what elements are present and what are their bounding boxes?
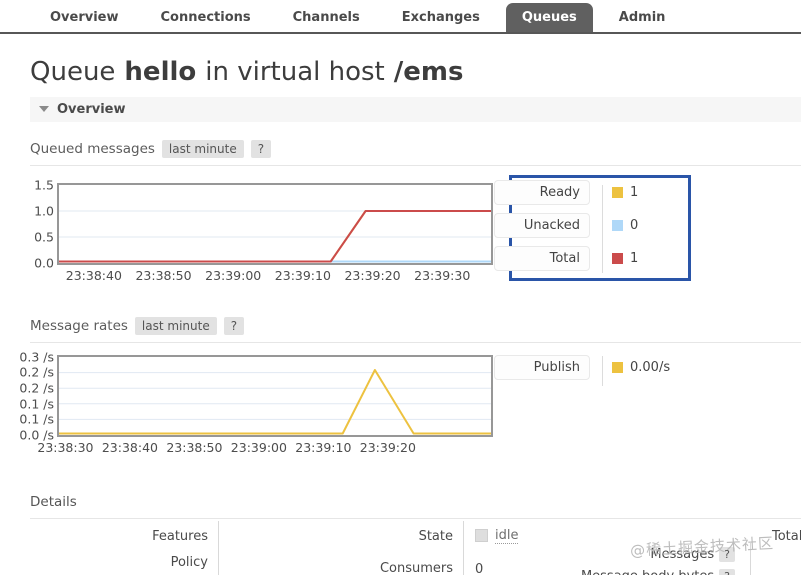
details-divider (218, 520, 219, 575)
message-rates-row: 0.3 /s 0.2 /s 0.2 /s 0.1 /s 0.1 /s 0.0 /s 23:… (19, 349, 801, 456)
total-label-chip: Total (494, 246, 590, 272)
publish-label-chip: Publish (494, 355, 590, 381)
policy-label: Policy (170, 554, 208, 570)
x-tick-label: 23:39:20 (344, 267, 401, 283)
total-color-swatch (612, 253, 623, 265)
title-queue-word: Queue (30, 57, 116, 87)
legend-row-ready: Ready 1 (494, 180, 639, 206)
consumers-label: Consumers (379, 560, 453, 575)
queued-messages-legend: Ready 1 Unacked 0 Total 1 (493, 174, 733, 284)
x-tick-label: 23:39:10 (274, 267, 331, 283)
tab-overview[interactable]: Overview (34, 3, 135, 32)
queue-name: hello (124, 57, 197, 87)
details-heading: Details (30, 493, 77, 510)
details-divider (463, 520, 464, 575)
messages-label: Messages? (530, 546, 735, 562)
message-rates-heading-row: Message rates last minute ? (30, 317, 801, 336)
message-body-help-icon[interactable]: ? (719, 568, 735, 575)
divider (30, 164, 801, 166)
queued-plot-area (57, 182, 493, 265)
chevron-down-icon (39, 106, 49, 113)
message-rates-chart: 0.3 /s 0.2 /s 0.2 /s 0.1 /s 0.1 /s 0.0 /s 23:… (19, 349, 493, 456)
legend-row-unacked: Unacked 0 (494, 213, 639, 239)
total-value: 1 (630, 251, 639, 267)
y-tick-label: 0.0 (34, 255, 54, 271)
y-tick-label: 1.0 (34, 203, 54, 219)
state-value: idle (475, 527, 519, 544)
x-tick-label: 23:38:50 (135, 267, 192, 283)
queued-messages-chart: 1.5 1.0 0.5 0.0 23:38:40 23:38:50 23:39:00 23:… (20, 177, 493, 284)
overview-section-label: Overview (57, 101, 126, 117)
message-body-bytes-text: Message body bytes (581, 569, 714, 575)
queued-messages-heading: Queued messages (30, 141, 155, 158)
x-tick-label: 23:39:30 (414, 267, 471, 283)
tab-exchanges[interactable]: Exchanges (386, 3, 496, 32)
y-tick-label: 0.3 /s (19, 349, 54, 365)
x-tick-label: 23:39:10 (295, 439, 352, 455)
tab-connections[interactable]: Connections (145, 3, 267, 32)
message-rates-heading: Message rates (30, 318, 128, 335)
unacked-color-swatch (612, 220, 623, 232)
page-title: Queue hello in virtual host/ems (30, 57, 801, 88)
queued-y-axis-labels: 1.5 1.0 0.5 0.0 (20, 177, 57, 284)
rabbitmq-queue-page: Overview Connections Channels Exchanges … (0, 0, 801, 575)
state-label: State (418, 528, 453, 544)
queued-messages-heading-row: Queued messages last minute ? (30, 140, 801, 159)
x-tick-label: 23:38:50 (166, 439, 223, 455)
vhost-name: /ems (393, 57, 464, 87)
rates-help-icon[interactable]: ? (223, 317, 245, 336)
details-table: Features Policy Operator policy State Co… (30, 519, 801, 575)
unacked-label-chip: Unacked (494, 213, 590, 239)
details-divider (750, 542, 751, 575)
messages-help-icon[interactable]: ? (719, 546, 735, 562)
total-column-header: Total (772, 528, 801, 544)
x-tick-label: 23:38:30 (37, 439, 94, 455)
message-body-bytes-label: Message body bytes? (530, 568, 735, 575)
messages-label-text: Messages (650, 546, 715, 562)
tab-admin[interactable]: Admin (603, 3, 682, 32)
ready-label-chip: Ready (494, 180, 590, 206)
y-tick-label: 0.5 (34, 229, 54, 245)
legend-row-publish: Publish 0.00/s (494, 355, 671, 381)
queued-range-badge[interactable]: last minute (161, 140, 244, 159)
state-idle-text: idle (495, 527, 519, 544)
publish-rate-value: 0.00/s (630, 360, 671, 376)
y-tick-label: 0.1 /s (19, 411, 54, 427)
queued-messages-row: 1.5 1.0 0.5 0.0 23:38:40 23:38:50 23:39:00 23:… (20, 174, 801, 284)
rates-range-badge[interactable]: last minute (134, 317, 217, 336)
legend-row-total: Total 1 (494, 246, 639, 272)
features-label: Features (152, 528, 208, 544)
ready-color-swatch (612, 187, 623, 199)
rates-plot-area (57, 354, 493, 437)
tab-queues[interactable]: Queues (505, 3, 593, 32)
y-tick-label: 0.2 /s (19, 380, 54, 396)
x-tick-label: 23:38:40 (65, 267, 122, 283)
ready-value: 1 (630, 185, 639, 201)
message-rates-legend: Publish 0.00/s (493, 355, 733, 456)
top-tab-bar: Overview Connections Channels Exchanges … (0, 0, 801, 34)
unacked-value: 0 (630, 218, 639, 234)
x-tick-label: 23:39:00 (230, 439, 287, 455)
publish-color-swatch (612, 362, 623, 374)
divider (30, 341, 801, 343)
y-tick-label: 0.2 /s (19, 364, 54, 380)
idle-state-icon (475, 529, 488, 543)
y-tick-label: 0.1 /s (19, 396, 54, 412)
y-tick-label: 1.5 (34, 177, 54, 193)
x-tick-label: 23:39:20 (359, 439, 416, 455)
consumers-value: 0 (475, 561, 484, 575)
queued-help-icon[interactable]: ? (250, 140, 272, 159)
title-vhost-words: in virtual host (205, 57, 385, 87)
tab-channels[interactable]: Channels (277, 3, 376, 32)
x-tick-label: 23:38:40 (101, 439, 158, 455)
rates-x-axis-labels: 23:38:30 23:38:40 23:38:50 23:39:00 23:39:10… (37, 439, 493, 456)
overview-section-header[interactable]: Overview (30, 96, 801, 122)
queued-x-axis-labels: 23:38:40 23:38:50 23:39:00 23:39:10 23:39:20… (57, 268, 493, 284)
x-tick-label: 23:39:00 (205, 267, 262, 283)
